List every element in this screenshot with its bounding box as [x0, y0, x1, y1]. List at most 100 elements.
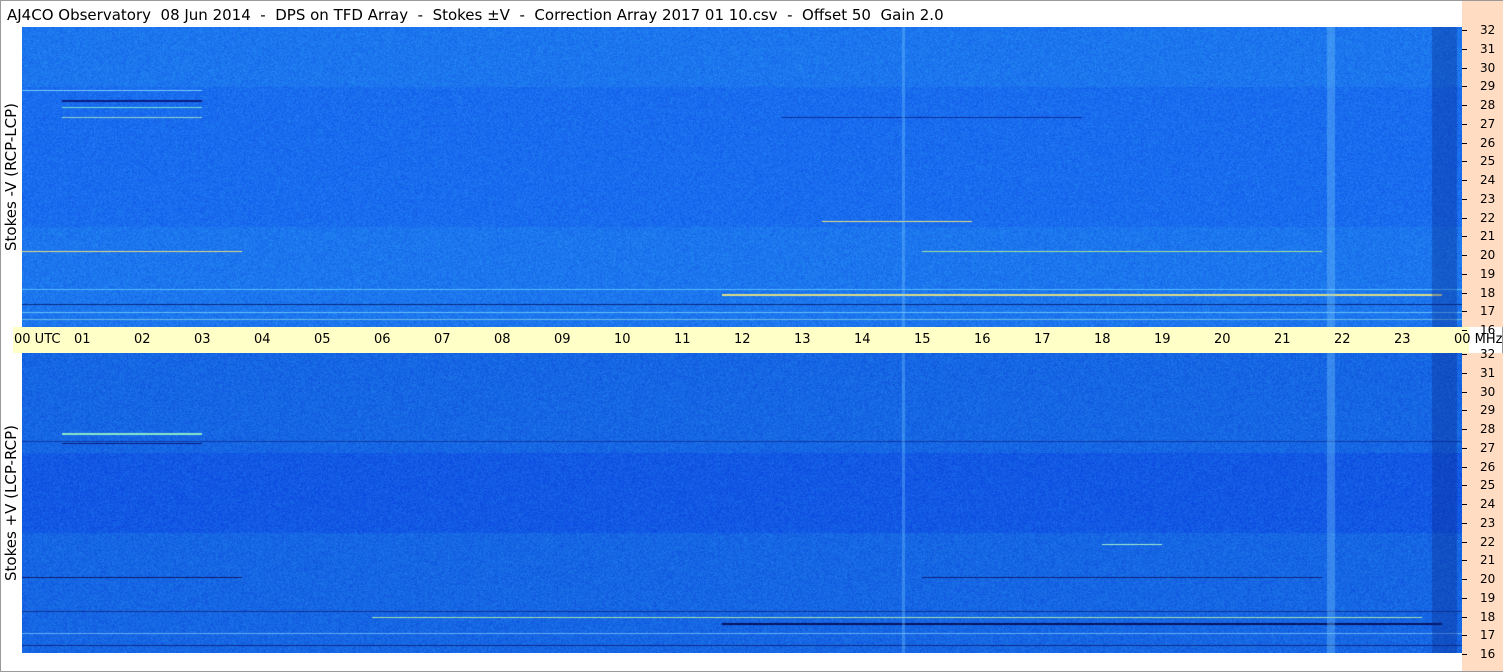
top-panel-ylabel: Stokes -V (RCP-LCP): [1, 27, 21, 327]
frequency-tick-label: 23: [1480, 515, 1496, 530]
stokes-minus-v-image: [22, 27, 1462, 327]
frequency-tick-label: 31: [1480, 41, 1496, 56]
frequency-tick: 18: [1462, 610, 1503, 624]
frequency-tick-label: 26: [1480, 459, 1496, 474]
frequency-tick: 29: [1462, 79, 1503, 93]
frequency-tick: 29: [1462, 403, 1503, 417]
time-tick-label: 17: [1034, 332, 1051, 347]
frequency-tick: 22: [1462, 535, 1503, 549]
frequency-tick: 27: [1462, 441, 1503, 455]
time-tick-label: 08: [494, 332, 511, 347]
tick-mark: [1462, 255, 1467, 256]
spectrogram-window: AJ4CO Observatory 08 Jun 2014 - DPS on T…: [0, 0, 1503, 672]
frequency-tick-label: 22: [1480, 534, 1496, 549]
frequency-axis-bottom: 32 31 30 29 28 27 26 25 24 23 22 21 20 19 18 17 16: [1462, 347, 1503, 671]
tick-mark: [1462, 522, 1467, 524]
frequency-tick-label: 22: [1480, 210, 1496, 225]
time-tick-label: 13: [794, 332, 811, 347]
tick-mark: [1462, 504, 1467, 505]
time-tick-label: 22: [1334, 332, 1351, 347]
tick-mark: [1462, 67, 1467, 69]
frequency-tick: 27: [1462, 117, 1503, 131]
frequency-tick-label: 20: [1480, 248, 1496, 262]
frequency-tick: 28: [1462, 422, 1503, 436]
frequency-tick-label: 21: [1480, 229, 1496, 244]
tick-mark: [1462, 311, 1467, 313]
tick-mark: [1462, 123, 1467, 125]
tick-mark: [1462, 161, 1467, 163]
tick-mark: [1462, 198, 1467, 200]
tick-mark: [1462, 372, 1467, 374]
frequency-tick: 23: [1462, 192, 1503, 206]
frequency-tick: 26: [1462, 136, 1503, 150]
frequency-tick-label: 18: [1480, 609, 1496, 624]
frequency-tick-label: 25: [1480, 478, 1496, 493]
tick-mark: [1462, 30, 1467, 31]
frequency-tick: 23: [1462, 516, 1503, 530]
stokes-plus-v-image: [22, 353, 1462, 653]
time-tick-label: 09: [554, 332, 571, 347]
time-tick-label: 02: [134, 332, 151, 347]
frequency-tick-label: 19: [1480, 590, 1496, 605]
time-tick-label: 19: [1154, 332, 1171, 347]
frequency-tick: 28: [1462, 98, 1503, 112]
tick-mark: [1462, 236, 1467, 238]
frequency-tick-label: 29: [1480, 403, 1496, 418]
tick-mark: [1462, 654, 1467, 655]
frequency-tick-label: 16: [1480, 647, 1496, 661]
frequency-tick-label: 30: [1480, 384, 1496, 399]
time-tick-label: 21: [1274, 332, 1291, 347]
frequency-tick-label: 27: [1480, 116, 1496, 131]
frequency-tick-label: 17: [1480, 628, 1496, 643]
tick-mark: [1462, 579, 1467, 580]
tick-mark: [1462, 354, 1467, 355]
frequency-tick: 19: [1462, 267, 1503, 281]
bottom-panel-ylabel-text: Stokes +V (LCP-RCP): [2, 425, 20, 581]
tick-mark: [1462, 616, 1467, 618]
frequency-tick-label: 27: [1480, 440, 1496, 455]
tick-mark: [1462, 86, 1467, 88]
frequency-axis-top: 32 31 30 29 28 27 26 25 24 23 22 21 20 19 18 17 16: [1462, 1, 1503, 337]
tick-mark: [1462, 429, 1467, 430]
frequency-tick: 25: [1462, 154, 1503, 168]
tick-mark: [1462, 330, 1467, 331]
frequency-tick-label: 28: [1480, 422, 1496, 436]
frequency-tick: 21: [1462, 229, 1503, 243]
time-tick-label: 12: [734, 332, 751, 347]
frequency-tick-label: 29: [1480, 79, 1496, 94]
stokes-minus-v-spectrogram: [22, 27, 1462, 327]
frequency-tick-label: 19: [1480, 266, 1496, 281]
frequency-tick: 25: [1462, 478, 1503, 492]
frequency-tick: 30: [1462, 61, 1503, 75]
frequency-tick: 26: [1462, 460, 1503, 474]
time-tick-label: 20: [1214, 332, 1231, 347]
time-tick-label: 00 UTC: [14, 332, 61, 347]
time-tick-label: 07: [434, 332, 451, 347]
frequency-tick: 20: [1462, 572, 1503, 586]
frequency-tick: 17: [1462, 304, 1503, 318]
frequency-tick: 31: [1462, 366, 1503, 380]
frequency-tick: 32: [1462, 23, 1503, 37]
frequency-tick: 20: [1462, 248, 1503, 262]
frequency-tick: 21: [1462, 553, 1503, 567]
plot-title: AJ4CO Observatory 08 Jun 2014 - DPS on T…: [7, 6, 944, 24]
time-tick-label: 01: [74, 332, 91, 347]
tick-mark: [1462, 48, 1467, 50]
frequency-tick-label: 32: [1480, 347, 1496, 361]
tick-mark: [1462, 635, 1467, 637]
bottom-panel-ylabel: Stokes +V (LCP-RCP): [1, 353, 21, 653]
time-tick-label: 05: [314, 332, 331, 347]
tick-mark: [1462, 391, 1467, 393]
frequency-tick-label: 28: [1480, 98, 1496, 112]
tick-mark: [1462, 541, 1467, 543]
frequency-tick: 19: [1462, 591, 1503, 605]
tick-mark: [1462, 180, 1467, 181]
frequency-tick: 17: [1462, 628, 1503, 642]
frequency-tick-label: 30: [1480, 60, 1496, 75]
time-axis: 00 UTC 01 02 03 04 05 06 07 08 09 10 11 12 13 14 15 16 17…: [13, 327, 1503, 353]
time-tick-label: 10: [614, 332, 631, 347]
frequency-tick-label: 24: [1480, 497, 1496, 511]
tick-mark: [1462, 466, 1467, 468]
tick-mark: [1462, 292, 1467, 294]
frequency-tick: 31: [1462, 42, 1503, 56]
